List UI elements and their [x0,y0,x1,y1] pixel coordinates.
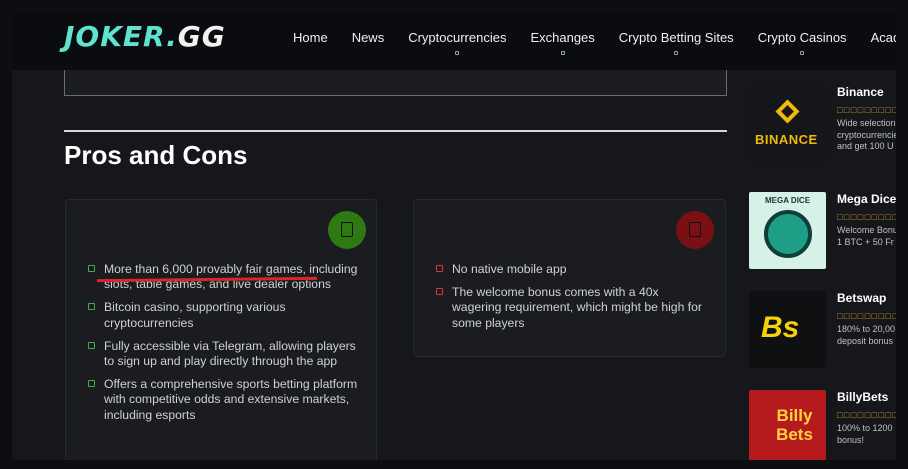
dropdown-indicator-icon[interactable] [455,51,460,55]
desc-line: bonus! [837,434,865,445]
logo-main-text: JOKER. [64,20,178,53]
browser-viewport: JOKER.GG Home News Cryptocurrencies Exch… [12,12,896,460]
dropdown-indicator-icon[interactable] [800,51,805,55]
nav-crypto-betting-sites[interactable]: Crypto Betting Sites [618,30,734,55]
cons-list: No native mobile app The welcome bonus c… [436,262,706,339]
sidebar-item-name[interactable]: BillyBets [837,390,888,404]
binance-diamond-icon [775,99,800,124]
pro-text: Fully accessible via Telegram, allowing … [104,338,356,369]
bullet-icon [88,265,95,272]
star-rating: □□□□□□□□□□ [837,105,896,115]
cons-badge [676,211,714,249]
main-nav: Home News Cryptocurrencies Exchanges Cry… [293,30,896,55]
nav-home[interactable]: Home [293,30,328,45]
cons-card: No native mobile app The welcome bonus c… [413,199,726,357]
nav-academy[interactable]: Academy [871,30,896,45]
nav-exchanges[interactable]: Exchanges [530,30,595,55]
list-item: Fully accessible via Telegram, allowing … [88,339,358,370]
nav-home-label: Home [293,30,328,45]
desc-line: deposit bonus [837,335,894,346]
pro-text: Offers a comprehensive sports betting pl… [104,376,358,422]
sidebar-item-name[interactable]: Mega Dice [837,192,896,206]
pros-badge [328,211,366,249]
nav-news[interactable]: News [352,30,385,45]
nav-cryptocurrencies[interactable]: Cryptocurrencies [408,30,507,55]
sidebar-item-name[interactable]: Binance [837,85,884,99]
logo-gg-text: GG [177,20,226,53]
list-item: Bitcoin casino, supporting various crypt… [88,300,358,331]
mega-dice-emblem-icon [764,210,812,258]
section-title: Pros and Cons [64,140,248,170]
desc-line: and get 100 U [837,141,894,151]
binance-logo-text: BINANCE [755,132,818,147]
pros-list: More than 6,000 provably fair games, inc… [88,262,358,431]
nav-cryptocurrencies-label: Cryptocurrencies [408,30,507,45]
nav-academy-label: Academy [870,30,896,45]
sidebar-item-name[interactable]: Betswap [837,291,886,305]
thumbs-down-icon [689,222,701,237]
star-rating: □□□□□□□□□□ [837,311,896,321]
bullet-icon [88,379,95,387]
dropdown-indicator-icon[interactable] [560,51,565,55]
billybets-logo[interactable]: Billy Bets [749,390,826,460]
sidebar-item-desc: 100% to 1200 bonus! [837,423,896,446]
con-text: No native mobile app [452,262,567,276]
dropdown-indicator-icon[interactable] [674,51,679,55]
star-rating: □□□□□□□□□□ [837,212,896,222]
desc-line: Welcome Bonu [837,225,896,235]
list-item: Offers a comprehensive sports betting pl… [88,377,358,423]
desc-line: Wide selection [837,118,896,128]
nav-crypto-betting-sites-label: Crypto Betting Sites [618,30,734,45]
desc-line: cryptocurrencies [837,129,896,140]
pro-text: Bitcoin casino, supporting various crypt… [104,300,286,330]
con-text: The welcome bonus comes with a 40x wager… [452,284,702,330]
star-rating: □□□□□□□□□□ [837,410,896,420]
betswap-logo-text: Bs [761,311,800,344]
binance-logo[interactable]: BINANCE [749,85,826,162]
desc-line: 180% to 20,00 [837,324,896,334]
nav-news-label: News [351,30,385,45]
desc-line: 100% to 1200 [837,423,893,433]
nav-exchanges-label: Exchanges [530,30,595,45]
list-item: No native mobile app [436,262,706,277]
list-item: The welcome bonus comes with a 40x wager… [436,285,706,331]
previous-section-box [64,70,727,96]
pro-text: More than 6,000 provably fair games, inc… [104,262,358,292]
bullet-icon [436,265,443,272]
mega-dice-logo[interactable]: MEGA DICE [749,192,826,269]
desc-line: 1 BTC + 50 Fr [837,236,894,247]
thumbs-up-icon [341,222,353,237]
betswap-logo[interactable]: Bs [749,291,826,368]
bullet-icon [88,341,95,349]
sidebar-item-desc: 180% to 20,00 deposit bonus [837,324,896,347]
nav-crypto-casinos-label: Crypto Casinos [757,30,847,45]
bullet-icon [88,303,95,311]
billybets-logo-text: Billy Bets [776,406,813,444]
site-logo[interactable]: JOKER.GG [64,20,226,53]
section-divider [64,130,727,132]
sidebar-item-desc: Wide selectioncryptocurrenciesand get 10… [837,118,896,153]
pros-card: More than 6,000 provably fair games, inc… [65,199,377,460]
sidebar-item-desc: Welcome Bonu 1 BTC + 50 Fr [837,225,896,248]
nav-crypto-casinos[interactable]: Crypto Casinos [757,30,847,55]
mega-dice-logo-text: MEGA DICE [765,196,811,205]
site-header: JOKER.GG Home News Cryptocurrencies Exch… [12,12,896,70]
bullet-icon [436,287,443,295]
